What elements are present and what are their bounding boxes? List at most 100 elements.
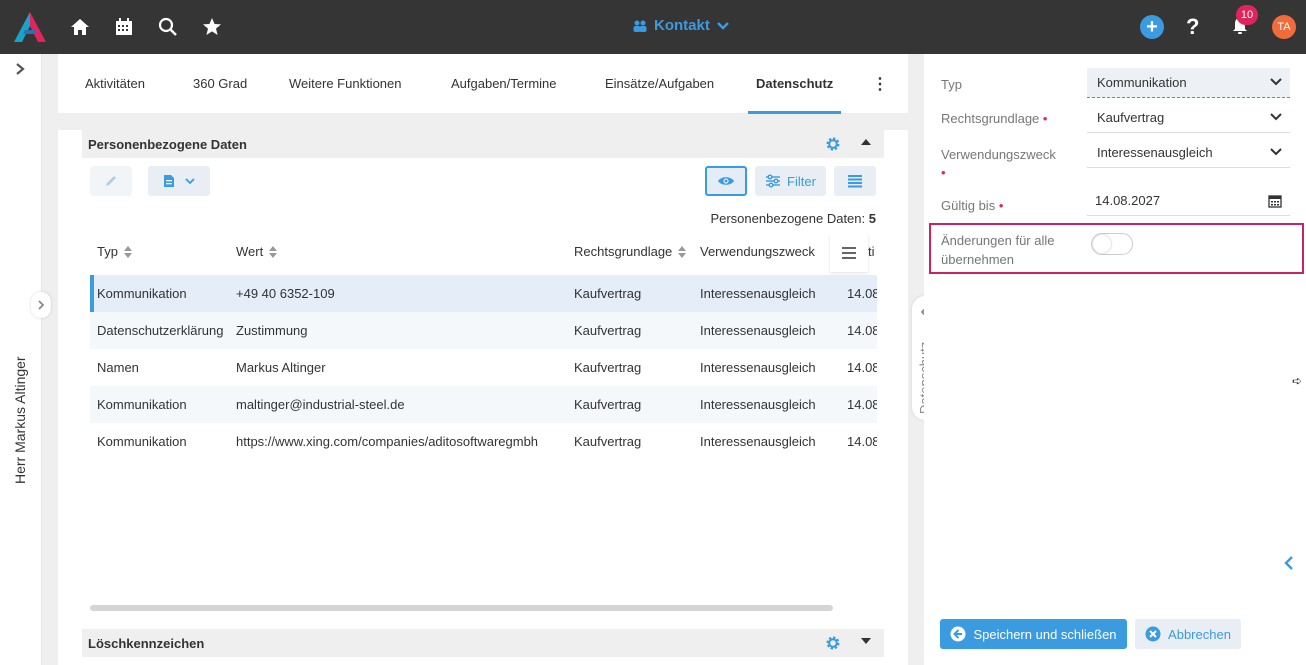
rechtsgrundlage-select[interactable]: Kaufvertrag [1087,103,1290,133]
cell-wert: maltinger@industrial-steel.de [236,397,405,412]
table-row[interactable]: Kommunikation https://www.xing.com/compa… [90,423,877,460]
home-icon[interactable] [68,15,92,39]
document-icon [164,175,174,187]
tab-aktivitaeten[interactable]: Aktivitäten [85,76,145,91]
add-button[interactable]: + [1140,15,1164,39]
toggle-knob [1093,235,1111,253]
context-label: Kontakt [654,17,710,34]
gueltig-bis-date-input[interactable]: 14.08.2027 [1087,186,1290,216]
cell-rechtsgrundlage: Kaufvertrag [574,323,642,338]
table-row[interactable]: Kommunikation +49 40 6352-109 Kaufvertra… [90,275,877,312]
field-label-gueltig-bis: Gültig bis • [941,198,1003,213]
cell-gueltig: 14.08 [847,397,877,412]
cell-verwendungszweck: Interessenausgleich [700,397,816,412]
cell-wert: Markus Altinger [236,360,326,375]
context-selector[interactable]: Kontakt [632,17,730,34]
view-toggle-button[interactable] [705,166,747,196]
section-header: Personenbezogene Daten [82,130,884,158]
verwendungszweck-select[interactable]: Interessenausgleich [1087,138,1290,168]
record-title: Herr Markus Altinger [12,356,28,484]
chevron-down-icon [185,178,195,185]
menu-icon [842,247,856,259]
list-view-button[interactable] [834,166,876,196]
app-logo-icon[interactable] [14,12,46,42]
required-marker: • [998,198,1004,213]
document-menu-button[interactable] [148,166,210,196]
selected-row-indicator [90,275,94,312]
cell-verwendungszweck: Interessenausgleich [700,360,816,375]
sort-icon[interactable] [678,245,687,258]
typ-value: Kommunikation [1097,75,1187,90]
column-header-label: Wert [236,244,264,259]
section-header-loeschkennzeichen: Löschkennzeichen [82,629,884,657]
cell-typ: Kommunikation [97,434,187,449]
typ-select[interactable]: Kommunikation [1087,68,1290,98]
column-header-verwendungszweck[interactable]: Verwendungszweck [700,244,815,259]
sort-icon[interactable] [123,245,132,258]
cell-rechtsgrundlage: Kaufvertrag [574,360,642,375]
column-header-label: Typ [97,244,118,259]
data-table: Typ Wert Rechtsgrundlage Verwendungszwec… [90,234,877,474]
help-icon[interactable]: ? [1186,14,1199,40]
chevron-down-icon [1270,78,1282,86]
search-icon[interactable] [156,15,180,39]
cell-wert: Zustimmung [236,323,308,338]
tab-einsaetze-aufgaben[interactable]: Einsätze/Aufgaben [605,76,714,91]
gear-icon[interactable] [825,136,841,152]
column-header-label: Rechtsgrundlage [574,244,673,259]
rail-expand-handle[interactable] [31,292,51,318]
calendar-icon[interactable] [112,15,136,39]
cell-verwendungszweck: Interessenausgleich [700,323,816,338]
field-label-text: Gültig bis [941,198,996,213]
chevron-left-icon[interactable] [1284,555,1294,576]
column-menu-button[interactable] [830,234,868,272]
section-title: Löschkennzeichen [88,636,205,651]
tab-aufgaben-termine[interactable]: Aufgaben/Termine [451,76,557,91]
pencil-icon [106,176,116,186]
aenderungen-toggle[interactable] [1091,233,1133,255]
column-header-typ[interactable]: Typ [97,244,132,259]
horizontal-scrollbar[interactable] [90,605,833,611]
filter-label: Filter [787,173,816,189]
avatar[interactable]: TA [1272,15,1296,39]
sort-icon[interactable] [269,245,278,258]
table-row[interactable]: Namen Markus Altinger Kaufvertrag Intere… [90,349,877,386]
required-marker: • [941,165,946,180]
tab-weitere-funktionen[interactable]: Weitere Funktionen [289,76,402,91]
field-label-text-line1: Änderungen für alle [941,233,1055,248]
save-and-close-button[interactable]: Speichern und schließen [940,619,1127,649]
gear-icon[interactable] [825,635,841,651]
chevron-right-icon[interactable] [14,62,26,81]
cell-wert: https://www.xing.com/companies/aditosoft… [236,434,539,449]
column-header-label: ti [868,244,875,259]
record-count-label: Personenbezogene Daten: [710,211,866,226]
table-row[interactable]: Kommunikation maltinger@industrial-steel… [90,386,877,423]
chevron-down-icon [1270,113,1282,121]
table-row[interactable]: Datenschutzerklärung Zustimmung Kaufvert… [90,312,877,349]
cell-wert: +49 40 6352-109 [236,286,335,301]
required-marker: • [1042,111,1048,126]
cell-typ: Kommunikation [97,286,187,301]
cell-rechtsgrundlage: Kaufvertrag [574,286,642,301]
star-icon[interactable] [200,15,224,39]
cell-gueltig: 14.08 [847,286,877,301]
tab-datenschutz[interactable]: Datenschutz [756,76,833,91]
cursor-icon: ➪ [1292,374,1303,388]
chevron-down-icon [1270,148,1282,156]
column-header-gueltig[interactable]: ti [868,244,875,259]
edit-button[interactable] [90,166,132,196]
notification-badge[interactable]: 10 [1236,5,1258,25]
column-header-wert[interactable]: Wert [236,244,278,259]
close-circle-icon [1145,626,1161,642]
tab-360-grad[interactable]: 360 Grad [193,76,247,91]
field-label-text: Verwendungszweck [941,147,1056,162]
cancel-button[interactable]: Abbrechen [1135,619,1241,649]
calendar-icon[interactable] [1268,194,1282,208]
filter-button[interactable]: Filter [755,166,826,196]
more-vertical-icon[interactable]: ⋮ [872,74,888,94]
collapse-up-icon[interactable] [861,139,871,145]
section-title: Personenbezogene Daten [88,137,247,152]
expand-down-icon[interactable] [861,638,871,644]
column-header-rechtsgrundlage[interactable]: Rechtsgrundlage [574,244,687,259]
field-label-verwendungszweck: Verwendungszweck • [941,146,1056,182]
